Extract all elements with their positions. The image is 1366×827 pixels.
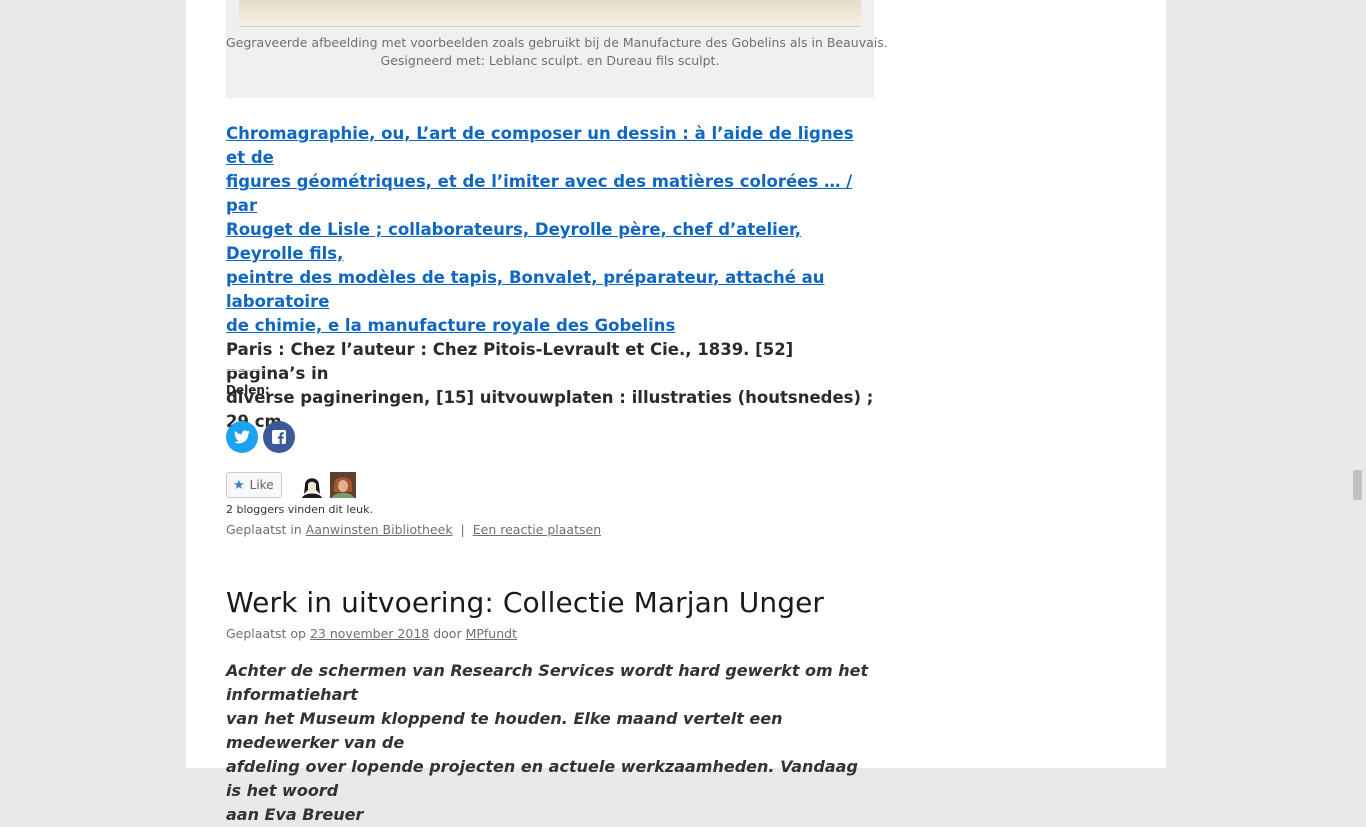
category-link[interactable]: Aanwinsten Bibliotheek (306, 522, 453, 537)
post-excerpt: Achter de schermen van Research Services… (226, 659, 874, 827)
user-avatar-icon (330, 472, 356, 498)
book-title-line: figures géométriques, et de l’imiter ave… (226, 172, 853, 215)
facebook-share-button[interactable] (263, 421, 295, 453)
posted-on-label: Geplaatst op (226, 626, 306, 641)
comment-link[interactable]: Een reactie plaatsen (473, 522, 601, 537)
author-link[interactable]: MPfundt (466, 626, 517, 641)
book-imprint-line: diverse pagineringen, [15] uitvouwplaten… (226, 388, 874, 431)
excerpt-line: Achter de schermen van Research Services… (226, 661, 869, 704)
share-label: Delen: (226, 383, 270, 397)
page-container: Gegraveerde afbeelding met voorbeelden z… (186, 0, 1166, 824)
excerpt-line: afdeling over lopende projecten en actue… (226, 757, 858, 800)
excerpt-line: van het Museum kloppend te houden. Elke … (226, 709, 783, 752)
star-icon: ★ (233, 477, 245, 493)
book-title-line: Chromagraphie, ou, L’art de composer un … (226, 124, 854, 167)
figure-caption: Gegraveerde afbeelding met voorbeelden z… (226, 34, 888, 70)
like-button-label: Like (249, 478, 274, 492)
avatar[interactable] (299, 472, 325, 498)
like-count: 2 bloggers vinden dit leuk. (226, 503, 374, 516)
engraving-image[interactable] (239, 0, 861, 27)
scrollbar-thumb[interactable] (1353, 470, 1362, 500)
book-imprint: Paris : Chez l’auteur : Chez Pitois-Levr… (226, 338, 874, 434)
facebook-icon (272, 430, 286, 444)
book-imprint-line: Paris : Chez l’auteur : Chez Pitois-Levr… (226, 340, 794, 383)
figure-caption-line: Gegraveerde afbeelding met voorbeelden z… (226, 35, 888, 50)
separator: | (460, 522, 465, 537)
image-figure: Gegraveerde afbeelding met voorbeelden z… (226, 0, 888, 98)
avatar[interactable] (330, 472, 356, 498)
excerpt-line: aan Eva Breuer (226, 805, 364, 824)
book-title-line: de chimie, e la manufacture royale des G… (226, 316, 676, 335)
twitter-share-button[interactable] (226, 421, 258, 453)
posted-in-label: Geplaatst in (226, 522, 302, 537)
vertical-scrollbar[interactable] (1349, 0, 1366, 768)
book-title-link[interactable]: Chromagraphie, ou, L’art de composer un … (226, 122, 874, 338)
post-title[interactable]: Werk in uitvoering: Collectie Marjan Ung… (226, 586, 824, 619)
by-label: door (433, 626, 462, 641)
twitter-icon (234, 430, 250, 444)
user-avatar-icon (299, 472, 325, 498)
post-categories: Geplaatst in Aanwinsten Bibliotheek | Ee… (226, 522, 601, 537)
post-date-link[interactable]: 23 november 2018 (310, 626, 429, 641)
share-divider (226, 370, 264, 371)
book-title-line: Rouget de Lisle ; collaborateurs, Deyrol… (226, 220, 801, 263)
figure-caption-line: Gesigneerd met: Leblanc sculpt. en Durea… (380, 53, 720, 68)
book-entry: Chromagraphie, ou, L’art de composer un … (226, 122, 874, 434)
book-title-line: peintre des modèles de tapis, Bonvalet, … (226, 268, 825, 311)
post-meta: Geplaatst op 23 november 2018 door MPfun… (226, 626, 517, 641)
like-button[interactable]: ★ Like (226, 472, 282, 498)
